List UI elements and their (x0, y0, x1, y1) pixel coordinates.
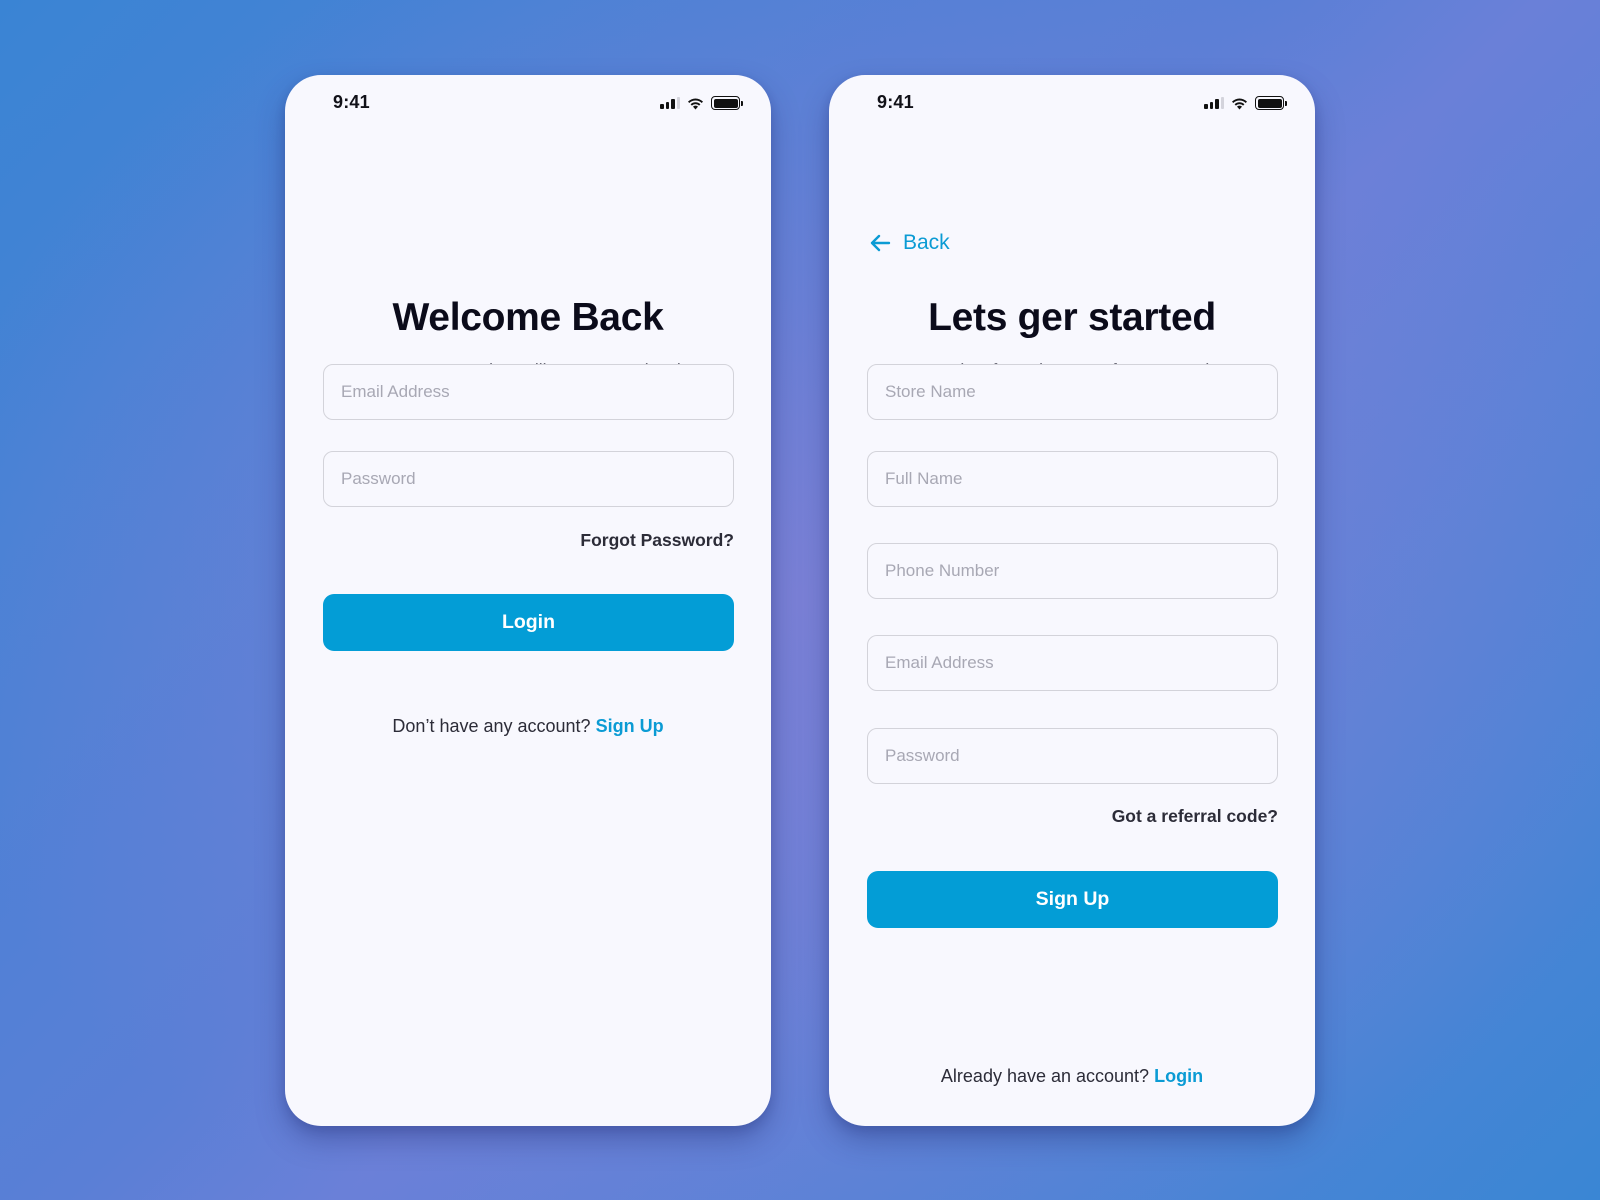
back-button[interactable]: Back (869, 231, 950, 255)
signup-prompt: Don’t have any account? Sign Up (285, 716, 771, 737)
login-prompt: Already have an account? Login (829, 1066, 1315, 1087)
login-screen: 9:41 Welcome Back Manage your Business l… (285, 75, 771, 1126)
referral-code-link[interactable]: Got a referral code? (1112, 806, 1278, 827)
password-field[interactable] (323, 451, 734, 507)
phone-number-field[interactable] (867, 543, 1278, 599)
login-link[interactable]: Login (1154, 1066, 1203, 1086)
wifi-icon (1231, 97, 1248, 110)
signup-button[interactable]: Sign Up (867, 871, 1278, 928)
signup-prompt-text: Don’t have any account? (392, 716, 591, 736)
status-time: 9:41 (877, 92, 914, 112)
battery-icon (1255, 96, 1287, 110)
wifi-icon (687, 97, 704, 110)
signup-screen: 9:41 Back Lets ger started You are only … (829, 75, 1315, 1126)
forgot-password-link[interactable]: Forgot Password? (580, 530, 734, 551)
battery-icon (711, 96, 743, 110)
page-title: Welcome Back (392, 296, 664, 339)
cellular-signal-icon (1204, 96, 1224, 109)
email-field[interactable] (323, 364, 734, 420)
status-bar: 9:41 (285, 75, 771, 131)
email-field[interactable] (867, 635, 1278, 691)
full-name-field[interactable] (867, 451, 1278, 507)
login-prompt-text: Already have an account? (940, 1066, 1150, 1086)
status-bar: 9:41 (829, 75, 1315, 131)
login-button[interactable]: Login (323, 594, 734, 651)
store-name-field[interactable] (867, 364, 1278, 420)
status-icons (660, 96, 743, 110)
signup-link[interactable]: Sign Up (596, 716, 664, 736)
page-title: Lets ger started (928, 296, 1216, 339)
arrow-left-icon (869, 234, 891, 252)
password-field[interactable] (867, 728, 1278, 784)
status-time: 9:41 (333, 92, 370, 112)
cellular-signal-icon (660, 96, 680, 109)
back-label: Back (903, 231, 950, 254)
status-icons (1204, 96, 1287, 110)
